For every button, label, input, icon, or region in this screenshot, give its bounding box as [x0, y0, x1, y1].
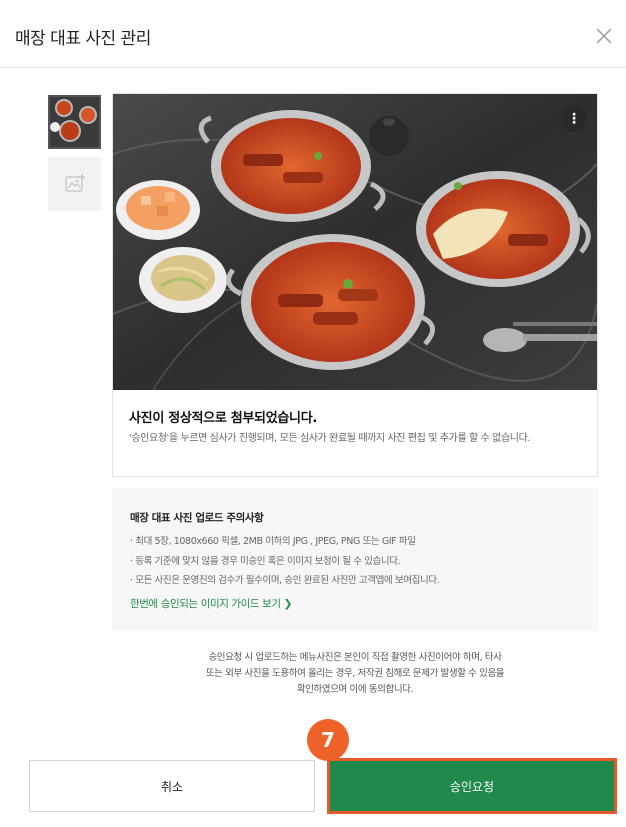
thumbnail-list — [48, 95, 101, 219]
more-options-button[interactable]: ⋮ — [561, 106, 587, 132]
approval-request-button[interactable]: 승인요청 — [327, 758, 617, 814]
close-icon[interactable] — [592, 24, 616, 48]
agreement-line: 확인하였으며 이에 동의합니다. — [296, 684, 414, 695]
food-photo: ⋮ — [113, 94, 597, 390]
agreement-line: 승인요청 시 업로드하는 메뉴사진은 본인이 직접 촬영한 사진이어야 하며, … — [208, 652, 502, 663]
upload-success-message: '승인요청'을 누르면 심사가 진행되며, 모든 심사가 완료될 때까지 사진 … — [129, 433, 531, 444]
notice-item: · 최대 5장, 1080x660 픽셀, 2MB 이하의 JPG , JPEG… — [130, 536, 416, 547]
notice-item: · 등록 기준에 맞지 않을 경우 미승인 혹은 이미지 보정이 될 수 있습니… — [130, 555, 401, 567]
upload-success-title: 사진이 정상적으로 첨부되었습니다. — [129, 411, 317, 426]
vertical-dots-icon: ⋮ — [567, 111, 581, 127]
notice-item: · 모든 사진은 운영진의 검수가 필수이며, 승인 완료된 사진만 고객앱에 … — [130, 575, 440, 586]
upload-notice-box: 매장 대표 사진 업로드 주의사항 · 최대 5장, 1080x660 픽셀, … — [112, 488, 598, 631]
image-guide-link[interactable]: 한번에 승인되는 이미지 가이드 보기 ❯ — [130, 596, 292, 611]
thumbnail-selected[interactable] — [48, 95, 101, 149]
add-image-icon[interactable] — [48, 157, 101, 211]
modal-title: 매장 대표 사진 관리 — [15, 29, 151, 49]
cancel-button[interactable]: 취소 — [29, 760, 315, 812]
agreement-line: 또는 외부 사진을 도용하여 올리는 경우, 저작권 침해로 문제가 발생할 수… — [205, 668, 505, 679]
step-number-badge: 7 — [307, 719, 349, 761]
photo-manager-modal: 매장 대표 사진 관리 ⋮ 사진이 정상적으로 첨부되었습니다. '승인요청'을… — [0, 0, 626, 827]
notice-list: · 최대 5장, 1080x660 픽셀, 2MB 이하의 JPG , JPEG… — [130, 532, 440, 591]
agreement-text: 승인요청 시 업로드하는 메뉴사진은 본인이 직접 촬영한 사진이어야 하며, … — [112, 650, 598, 698]
notice-title: 매장 대표 사진 업로드 주의사항 — [130, 512, 264, 524]
photo-preview-card: ⋮ 사진이 정상적으로 첨부되었습니다. '승인요청'을 누르면 심사가 진행되… — [112, 93, 598, 477]
modal-header: 매장 대표 사진 관리 — [0, 0, 626, 68]
